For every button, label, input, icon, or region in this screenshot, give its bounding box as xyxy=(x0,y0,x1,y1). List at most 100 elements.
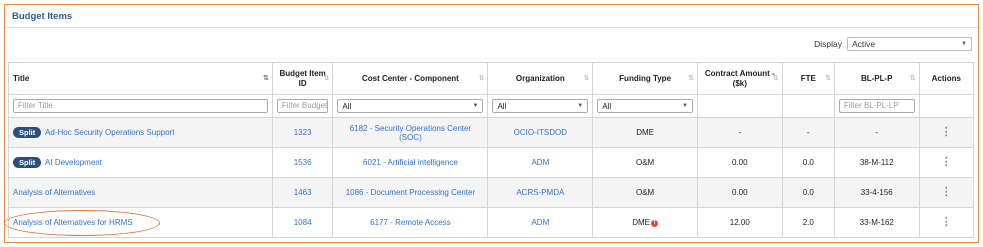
filter-funding-type-select[interactable]: All ▼ xyxy=(597,99,693,113)
sort-arrows-icon[interactable]: ⇅ xyxy=(323,75,329,84)
cost-center-link[interactable]: 6021 - Artificial intelligence xyxy=(363,158,458,167)
column-header-funding-type[interactable]: Funding Type ⇅ xyxy=(592,62,698,95)
warning-icon[interactable]: ! xyxy=(650,220,658,227)
blplp-cell: 33-M-162 xyxy=(833,207,920,238)
column-label: Organization xyxy=(515,73,565,83)
filter-cost-center-select[interactable]: All ▼ xyxy=(337,99,484,113)
organization-cell: ADM xyxy=(487,207,594,238)
column-label: BL-PL-P xyxy=(860,73,893,83)
display-select[interactable]: Active ▼ xyxy=(847,36,972,51)
column-header-budget-item-id[interactable]: Budget Item ID ⇅ xyxy=(271,62,334,95)
column-label: Cost Center - Component xyxy=(361,73,459,83)
organization-link[interactable]: ACRS-PMDA xyxy=(516,188,564,197)
budget-item-id-link[interactable]: 1536 xyxy=(294,158,312,167)
blplp-cell: - xyxy=(833,117,920,148)
funding-type-cell: O&M xyxy=(592,147,698,178)
sort-arrows-icon[interactable]: ⇅ xyxy=(773,75,779,84)
panel-header: Budget Items xyxy=(5,5,978,28)
sort-arrows-icon[interactable]: ⇅ xyxy=(825,75,831,84)
filter-id-input[interactable]: Filter Budget Item ID xyxy=(276,99,329,113)
contract-amount-cell: 0.00 xyxy=(696,147,783,178)
column-label: Actions xyxy=(931,73,961,83)
blplp-cell: 38-M-112 xyxy=(833,147,920,178)
column-header-cost-center[interactable]: Cost Center - Component ⇅ xyxy=(332,62,489,95)
title-cell: Analysis of Alternatives xyxy=(8,177,273,208)
split-badge[interactable]: Split xyxy=(13,127,42,138)
organization-link[interactable]: OCIO-ITSDOD xyxy=(514,128,567,137)
kebab-menu-icon[interactable]: ⋮ xyxy=(941,186,952,198)
table-row: Split Ad-Hoc Security Operations Support… xyxy=(8,117,975,148)
chevron-down-icon: ▼ xyxy=(961,40,967,47)
funding-type-value: DME xyxy=(632,218,650,227)
cost-center-cell: 6177 - Remote Access xyxy=(332,207,489,238)
contract-amount-cell: - xyxy=(696,117,783,148)
column-header-title[interactable]: Title ⇅ xyxy=(8,62,273,95)
filter-organization-select[interactable]: All ▼ xyxy=(492,99,589,113)
column-header-contract-amount[interactable]: Contract Amount - ($k) ⇅ xyxy=(696,62,783,95)
filter-cell: Filter Title xyxy=(8,94,273,118)
sort-arrows-icon[interactable]: ⇅ xyxy=(583,75,589,84)
filter-cell-empty xyxy=(781,94,835,118)
budget-item-id-link[interactable]: 1323 xyxy=(294,128,312,137)
id-cell: 1323 xyxy=(271,117,334,148)
table-row: Split AI Development 1536 6021 - Artific… xyxy=(8,147,975,178)
fte-cell: 2.0 xyxy=(781,207,835,238)
id-cell: 1536 xyxy=(271,147,334,178)
column-label: FTE xyxy=(800,73,816,83)
panel-title: Budget Items xyxy=(12,11,73,22)
cost-center-cell: 6021 - Artificial intelligence xyxy=(332,147,489,178)
budget-item-id-link[interactable]: 1463 xyxy=(294,188,312,197)
title-link[interactable]: Analysis of Alternatives xyxy=(13,188,95,197)
filter-row: Filter Title Filter Budget Item ID All ▼… xyxy=(8,94,975,118)
column-header-actions: Actions xyxy=(918,62,975,95)
filter-title-input[interactable]: Filter Title xyxy=(13,99,268,113)
filter-cell: Filter Budget Item ID xyxy=(271,94,334,118)
column-label: Title xyxy=(13,73,30,83)
title-link[interactable]: Ad-Hoc Security Operations Support xyxy=(45,128,174,137)
filter-cell: All ▼ xyxy=(592,94,698,118)
budget-item-id-link[interactable]: 1084 xyxy=(294,218,312,227)
sort-arrows-icon[interactable]: ⇅ xyxy=(688,75,694,84)
sort-arrows-icon[interactable]: ⇅ xyxy=(479,75,485,84)
cost-center-cell: 6182 - Security Operations Center (SOC) xyxy=(332,117,489,148)
kebab-menu-icon[interactable]: ⋮ xyxy=(941,126,952,138)
sort-arrows-icon[interactable]: ⇅ xyxy=(910,75,916,84)
sort-arrows-icon[interactable]: ⇅ xyxy=(263,75,269,84)
chevron-down-icon: ▼ xyxy=(682,103,688,109)
blplp-cell: 33-4-156 xyxy=(833,177,920,208)
filter-blplp-input[interactable]: Filter BL-PL-LP xyxy=(838,99,915,113)
title-link[interactable]: AI Development xyxy=(45,158,102,167)
split-badge[interactable]: Split xyxy=(13,157,42,168)
organization-link[interactable]: ADM xyxy=(531,158,549,167)
table-row: Analysis of Alternatives 1463 1086 - Doc… xyxy=(8,177,975,208)
cost-center-link[interactable]: 6182 - Security Operations Center (SOC) xyxy=(350,124,471,142)
chevron-down-icon: ▼ xyxy=(577,103,584,109)
filter-cell-empty xyxy=(696,94,783,118)
column-label: Contract Amount - ($k) xyxy=(704,68,775,88)
highlight-ellipse xyxy=(4,210,160,236)
header-row: Title ⇅ Budget Item ID ⇅ Cost Center - C… xyxy=(8,62,975,95)
column-label: Budget Item ID xyxy=(279,68,326,88)
display-filter: Display Active ▼ xyxy=(814,36,972,51)
filter-cell-empty xyxy=(918,94,975,118)
display-label: Display xyxy=(814,38,842,49)
fte-cell: 0.0 xyxy=(781,147,835,178)
actions-cell: ⋮ xyxy=(918,117,975,148)
cost-center-link[interactable]: 6177 - Remote Access xyxy=(370,218,450,227)
column-header-fte[interactable]: FTE ⇅ xyxy=(781,62,835,95)
organization-cell: OCIO-ITSDOD xyxy=(487,117,594,148)
cost-center-link[interactable]: 1086 - Document Processing Center xyxy=(346,188,475,197)
funding-type-cell: DME! xyxy=(592,207,698,238)
id-cell: 1084 xyxy=(271,207,334,238)
column-header-organization[interactable]: Organization ⇅ xyxy=(487,62,594,95)
title-cell: Split AI Development xyxy=(8,147,273,178)
contract-amount-cell: 0.00 xyxy=(696,177,783,208)
contract-amount-cell: 12.00 xyxy=(696,207,783,238)
funding-type-cell: O&M xyxy=(592,177,698,208)
kebab-menu-icon[interactable]: ⋮ xyxy=(941,216,952,228)
column-header-blplp[interactable]: BL-PL-P ⇅ xyxy=(833,62,920,95)
organization-link[interactable]: ADM xyxy=(531,218,549,227)
kebab-menu-icon[interactable]: ⋮ xyxy=(941,156,952,168)
filter-cell: All ▼ xyxy=(332,94,489,118)
select-value: All xyxy=(497,101,507,111)
